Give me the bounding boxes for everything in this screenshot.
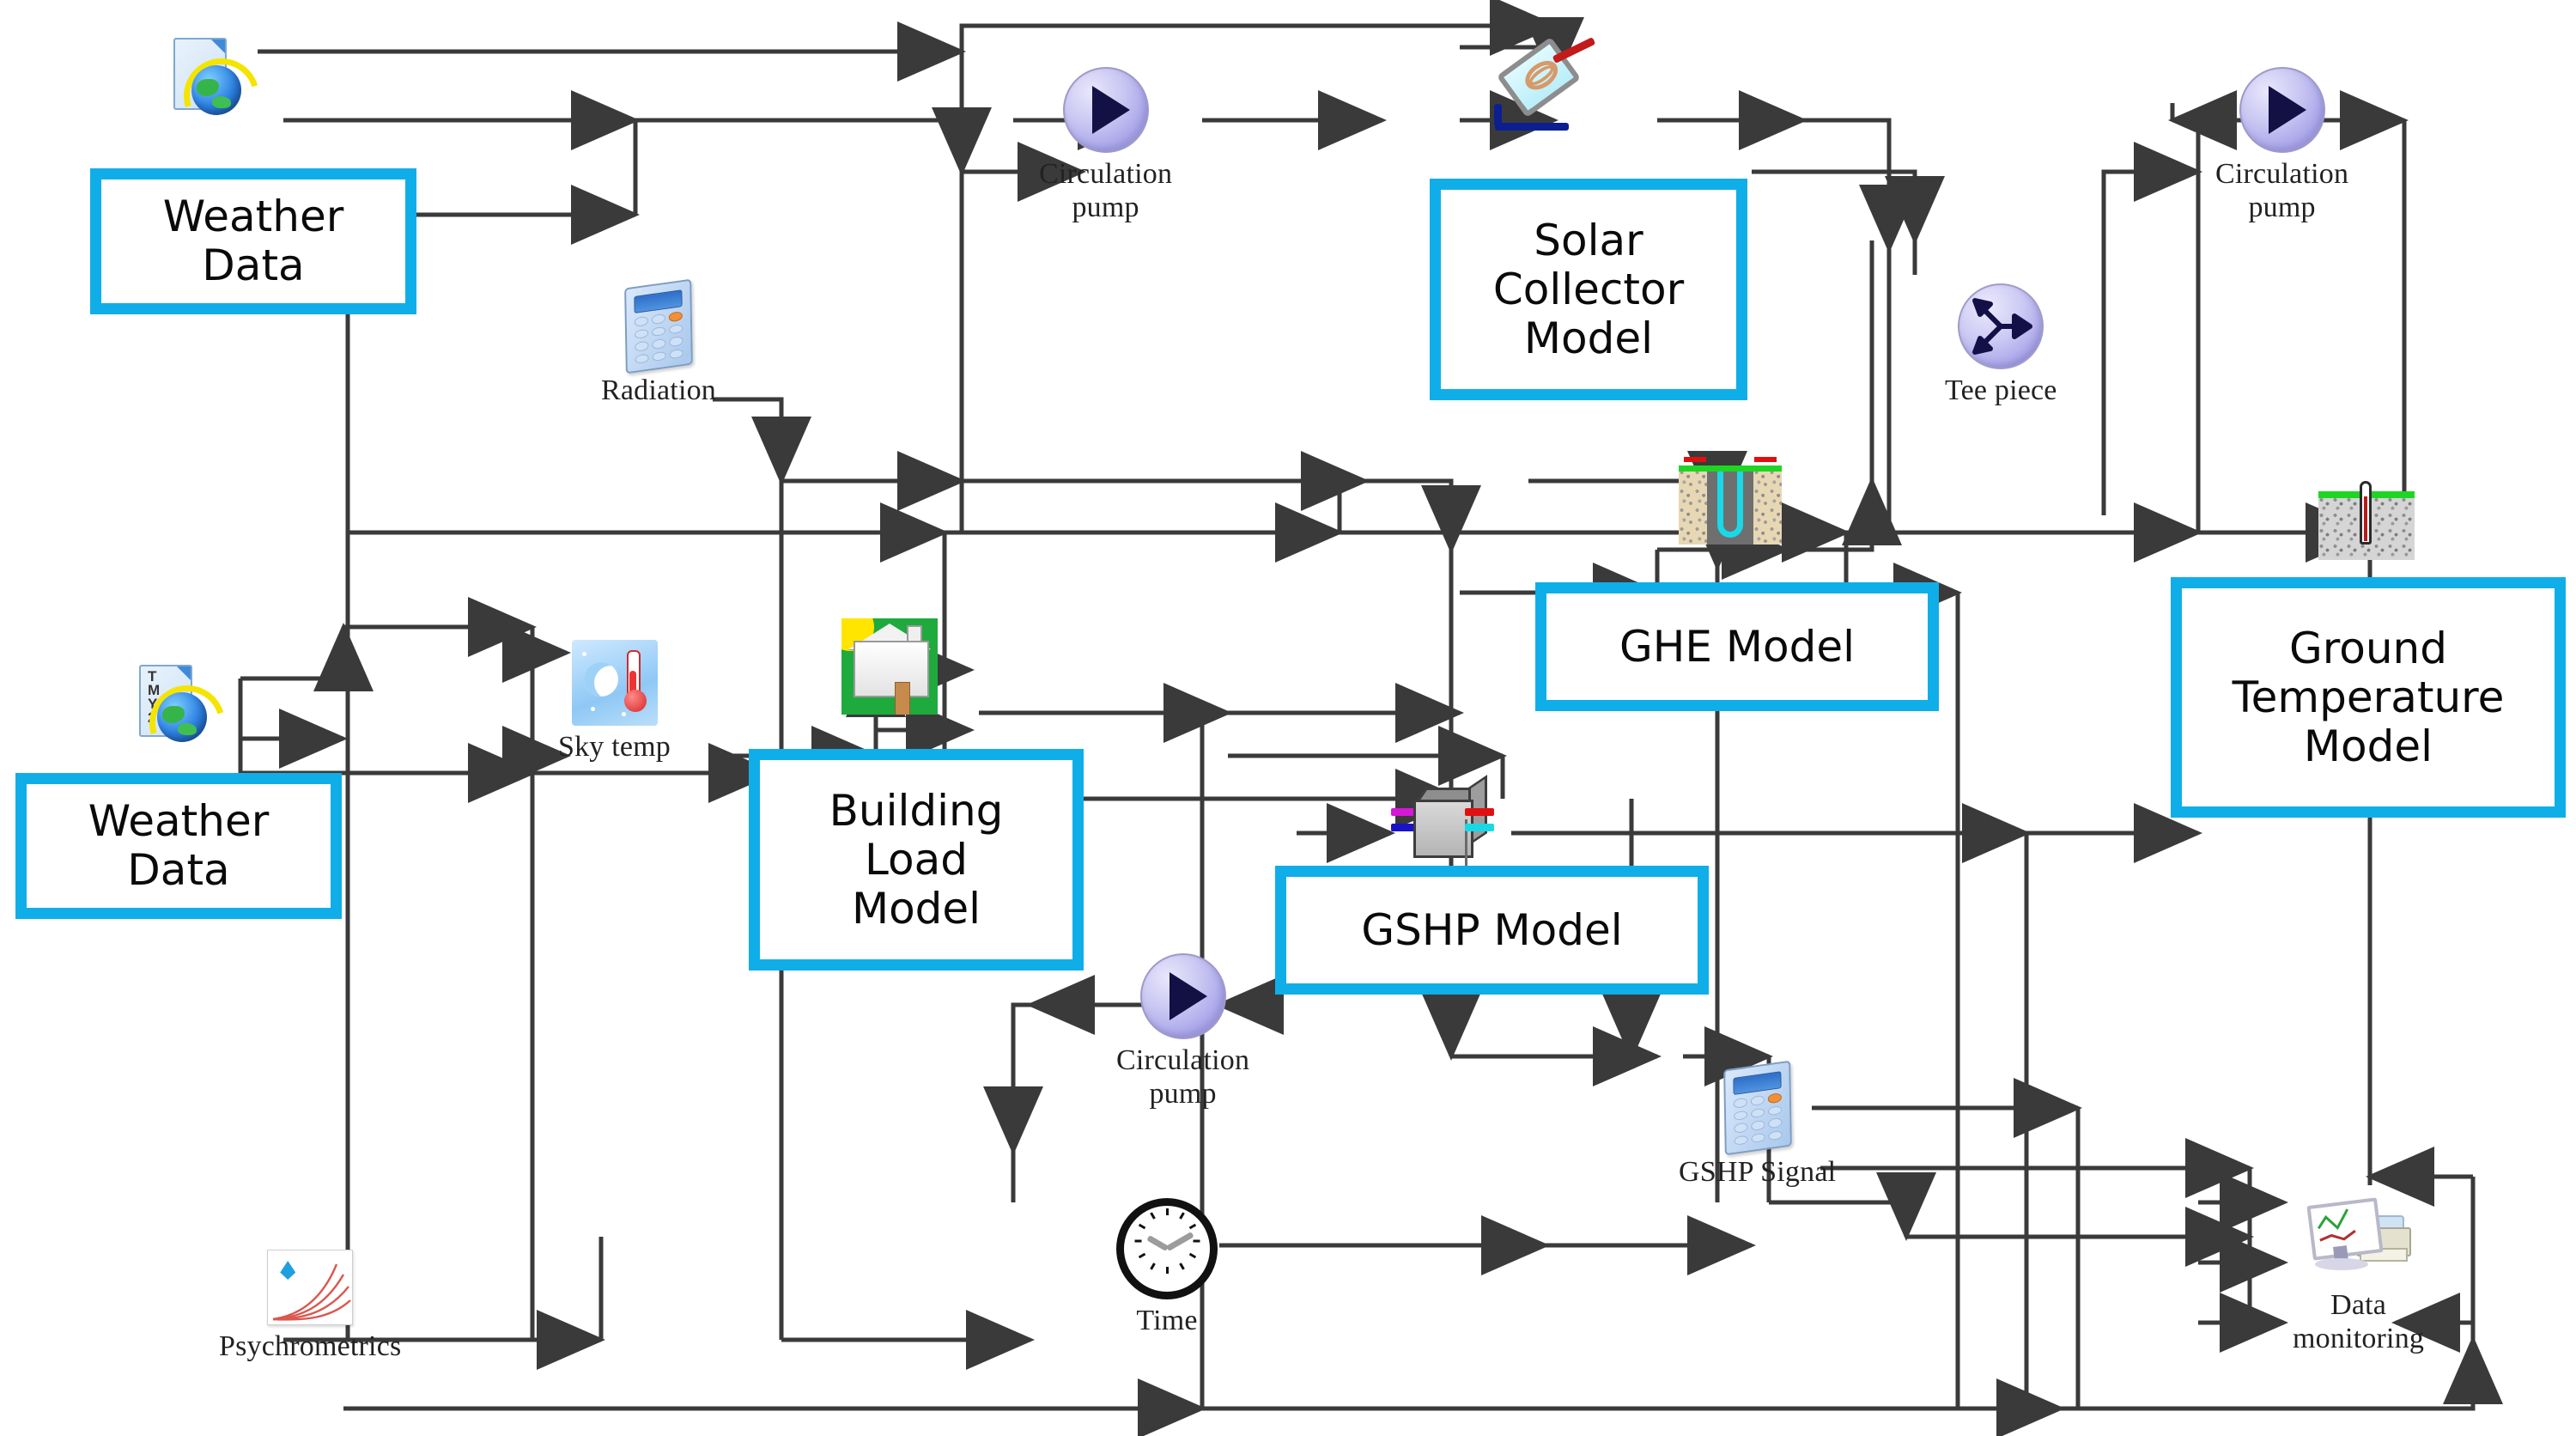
borehole-heat-exchanger-icon — [1679, 455, 1782, 545]
monitor-printer-icon — [2305, 1197, 2413, 1284]
component-data-monitoring[interactable]: Data monitoring — [2293, 1197, 2425, 1356]
simulation-canvas: TMY2 Radiation Sky temp Psychrometrics C… — [0, 0, 2576, 1436]
component-time[interactable]: Time — [1116, 1198, 1218, 1338]
component-label-pump-solar: Circulation pump — [1039, 158, 1173, 223]
calculator-icon — [624, 278, 693, 374]
component-gshp[interactable] — [1391, 775, 1499, 866]
component-label-sky-temp: Sky temp — [558, 731, 671, 763]
component-psychrometrics[interactable]: Psychrometrics — [219, 1250, 401, 1364]
psychrometric-chart-icon — [267, 1250, 354, 1325]
callout-ground-temperature-model[interactable]: Ground Temperature Model — [2171, 577, 2566, 818]
callout-label: Building Load Model — [829, 785, 1004, 934]
component-circulation-pump-load[interactable]: Circulation pump — [1116, 953, 1249, 1111]
component-label-psychrometrics: Psychrometrics — [219, 1330, 402, 1362]
component-building-load[interactable] — [841, 618, 938, 715]
pump-icon — [1062, 67, 1149, 153]
component-solar-collector[interactable] — [1490, 36, 1598, 137]
pump-icon — [1139, 953, 1226, 1039]
callout-weather-data-top[interactable]: Weather Data — [90, 168, 416, 314]
component-circulation-pump-ground[interactable]: Circulation pump — [2215, 67, 2348, 225]
component-label-pump-ground: Circulation pump — [2215, 158, 2349, 223]
component-ground-temperature[interactable] — [2318, 481, 2415, 560]
pump-icon — [2239, 67, 2325, 153]
component-tee-piece[interactable]: Tee piece — [1945, 283, 2057, 408]
callout-label: Solar Collector Model — [1492, 215, 1685, 363]
callout-gshp-model[interactable]: GSHP Model — [1275, 866, 1709, 995]
callout-label: GSHP Model — [1361, 904, 1623, 955]
callout-ghe-model[interactable]: GHE Model — [1535, 582, 1939, 711]
component-label-data-monitoring: Data monitoring — [2293, 1289, 2425, 1354]
callout-building-load-model[interactable]: Building Load Model — [749, 749, 1084, 971]
component-label-radiation: Radiation — [601, 374, 716, 406]
tee-piece-icon — [1958, 283, 2044, 369]
clock-icon — [1116, 1198, 1218, 1299]
calculator-icon — [1722, 1060, 1792, 1156]
component-gshp-signal[interactable]: GSHP Signal — [1679, 1060, 1837, 1190]
component-ghe-borehole[interactable] — [1679, 455, 1782, 545]
callout-label: Weather Data — [88, 796, 270, 895]
component-circulation-pump-solar[interactable]: Circulation pump — [1039, 67, 1172, 225]
solar-collector-icon — [1490, 36, 1598, 137]
component-label-pump-load: Circulation pump — [1116, 1044, 1250, 1110]
component-label-gshp-signal: GSHP Signal — [1679, 1156, 1837, 1188]
callout-label: GHE Model — [1619, 621, 1855, 672]
component-weather-data-top[interactable] — [163, 34, 273, 148]
tmy2-weather-file-globe-icon: TMY2 — [129, 661, 239, 775]
callout-label: Weather Data — [162, 192, 344, 290]
ground-thermometer-icon — [2318, 481, 2415, 560]
component-sky-temp[interactable]: Sky temp — [558, 640, 671, 764]
weather-file-globe-icon — [163, 34, 273, 148]
building-house-icon — [841, 618, 938, 715]
component-weather-data-bottom[interactable]: TMY2 — [129, 661, 239, 775]
callout-label: Ground Temperature Model — [2232, 623, 2505, 771]
sky-temperature-icon — [571, 640, 658, 726]
callout-solar-collector-model[interactable]: Solar Collector Model — [1430, 179, 1747, 400]
callout-weather-data-bottom[interactable]: Weather Data — [15, 773, 342, 919]
component-radiation[interactable]: Radiation — [601, 278, 716, 408]
component-label-time: Time — [1136, 1305, 1198, 1336]
component-label-tee-piece: Tee piece — [1945, 374, 2057, 406]
heat-pump-box-icon — [1391, 775, 1499, 866]
